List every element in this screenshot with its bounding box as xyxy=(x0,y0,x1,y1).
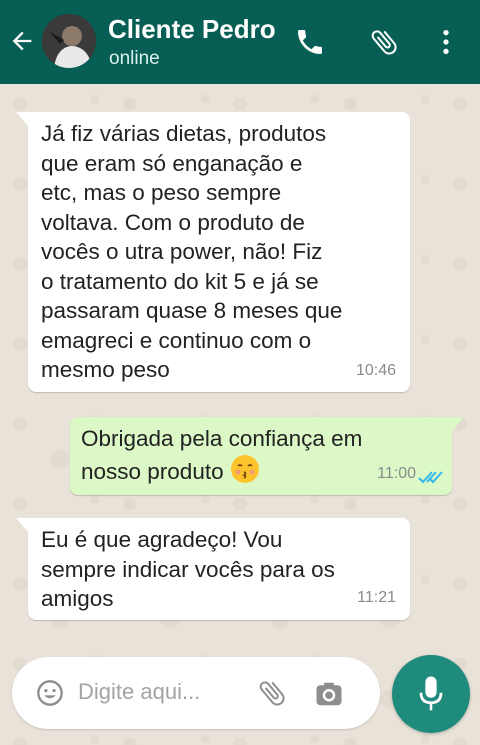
message-incoming[interactable]: Eu é que agradeço! Vou sempre indicar vo… xyxy=(16,518,410,620)
message-text: Já fiz várias dietas, produtos que eram … xyxy=(41,121,343,382)
bubble-tail xyxy=(16,518,28,532)
paperclip-icon[interactable] xyxy=(256,677,288,709)
message-time: 11:21 xyxy=(357,588,396,606)
message-input[interactable]: Digite aqui... xyxy=(78,679,200,705)
arrow-left-icon[interactable] xyxy=(8,27,36,55)
message-text-body: Obrigada pela confiança em nosso produto xyxy=(81,426,363,484)
bubble-tail xyxy=(16,112,28,126)
message-incoming[interactable]: Já fiz várias dietas, produtos que eram … xyxy=(16,112,410,392)
camera-icon[interactable] xyxy=(314,679,344,709)
microphone-button[interactable] xyxy=(392,655,470,733)
message-composer: Digite aqui... xyxy=(12,657,380,729)
kissing-face-emoji-icon xyxy=(230,454,259,483)
bubble-tail xyxy=(452,417,464,431)
more-vertical-icon[interactable] xyxy=(430,26,462,58)
contact-status: online xyxy=(109,48,160,69)
message-time: 11:00 xyxy=(377,464,416,482)
chat-header: Cliente Pedro online xyxy=(0,0,480,84)
double-check-icon xyxy=(418,471,443,484)
message-text: Eu é que agradeço! Vou sempre indicar vo… xyxy=(41,527,335,611)
smiley-icon[interactable] xyxy=(36,679,64,707)
paperclip-icon[interactable] xyxy=(368,26,400,58)
contact-name[interactable]: Cliente Pedro xyxy=(108,14,276,45)
microphone-icon xyxy=(419,676,443,711)
avatar[interactable] xyxy=(42,14,96,68)
message-time: 10:46 xyxy=(355,361,396,379)
message-outgoing[interactable]: Obrigada pela confiança em nosso produto… xyxy=(70,417,464,495)
phone-icon[interactable] xyxy=(294,26,326,58)
